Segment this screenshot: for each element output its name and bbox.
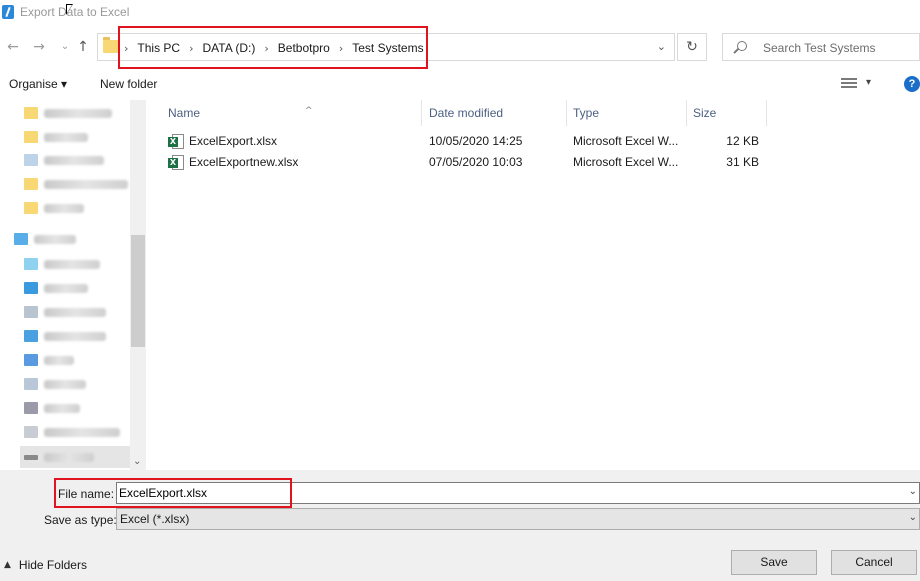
- mouse-cursor-icon: [66, 4, 73, 15]
- nav-tree-item[interactable]: [24, 400, 80, 416]
- caret-up-icon: ▲: [4, 560, 11, 570]
- nav-tree-item[interactable]: [24, 424, 120, 440]
- nav-tree-item[interactable]: [24, 105, 112, 121]
- nav-tree-item[interactable]: [24, 256, 100, 272]
- nav-pane-scrollbar[interactable]: ⌄: [130, 100, 146, 470]
- hide-folders-toggle[interactable]: ▲ Hide Folders: [4, 558, 87, 572]
- file-row[interactable]: X ExcelExport.xlsx 10/05/2020 14:25 Micr…: [146, 131, 920, 152]
- organise-menu[interactable]: Organise ▾: [9, 77, 67, 91]
- file-date: 07/05/2020 10:03: [429, 155, 523, 169]
- nav-tree-item[interactable]: [24, 280, 88, 296]
- nav-tree-item[interactable]: [24, 176, 128, 192]
- hide-folders-label: Hide Folders: [18, 558, 87, 572]
- file-list: ^ Name Date modified Type Size X ExcelEx…: [146, 100, 920, 470]
- save-button[interactable]: Save: [731, 550, 817, 575]
- excel-file-icon: X: [168, 155, 184, 170]
- file-size: 12 KB: [726, 134, 759, 148]
- column-header-size[interactable]: Size: [687, 100, 767, 126]
- sort-ascending-icon: ^: [305, 106, 313, 116]
- column-header-date[interactable]: Date modified: [423, 100, 567, 126]
- up-arrow-icon[interactable]: ↑: [74, 38, 92, 56]
- breadcrumb-highlight-box: [118, 26, 428, 69]
- history-dropdown-icon[interactable]: ⌄: [56, 38, 74, 56]
- column-header-type[interactable]: Type: [567, 100, 687, 126]
- scroll-down-icon[interactable]: ⌄: [133, 456, 141, 467]
- file-name: ExcelExportnew.xlsx: [189, 155, 299, 169]
- forward-arrow-icon[interactable]: →: [30, 38, 48, 56]
- window-title: Export Data to Excel: [20, 5, 130, 19]
- cancel-button[interactable]: Cancel: [831, 550, 917, 575]
- refresh-icon[interactable]: ↻: [677, 33, 707, 61]
- search-placeholder: Search Test Systems: [763, 41, 876, 55]
- nav-tree-item[interactable]: [24, 200, 84, 216]
- nav-tree-item[interactable]: [24, 376, 86, 392]
- file-name-dropdown-icon[interactable]: ⌄: [909, 486, 917, 497]
- new-folder-button[interactable]: New folder: [100, 77, 157, 91]
- save-as-type-dropdown-icon[interactable]: ⌄: [909, 512, 917, 523]
- nav-tree-item[interactable]: [24, 352, 74, 368]
- view-dropdown-icon[interactable]: ▾: [866, 77, 871, 88]
- view-options-icon[interactable]: [841, 77, 857, 90]
- nav-tree-item[interactable]: [14, 231, 76, 247]
- search-icon: [737, 41, 747, 51]
- file-type: Microsoft Excel W...: [573, 134, 679, 148]
- nav-tree-item[interactable]: [24, 328, 106, 344]
- nav-tree-item[interactable]: [24, 129, 88, 145]
- file-row[interactable]: X ExcelExportnew.xlsx 07/05/2020 10:03 M…: [146, 152, 920, 173]
- folder-icon: [103, 37, 119, 53]
- nav-tree-item-selected[interactable]: [20, 446, 130, 468]
- search-box[interactable]: Search Test Systems: [722, 33, 920, 61]
- column-header-name[interactable]: ^ Name: [162, 100, 422, 126]
- app-icon: [2, 5, 14, 19]
- file-name-highlight-box: [54, 478, 292, 508]
- command-toolbar: Organise ▾ New folder ▾ ?: [0, 72, 920, 96]
- title-bar: Export Data to Excel: [0, 0, 920, 26]
- address-dropdown-icon[interactable]: ⌄: [657, 40, 666, 53]
- file-date: 10/05/2020 14:25: [429, 134, 523, 148]
- save-as-type-value: Excel (*.xlsx): [120, 512, 190, 526]
- excel-file-icon: X: [168, 134, 184, 149]
- file-type: Microsoft Excel W...: [573, 155, 679, 169]
- nav-tree-item[interactable]: [24, 152, 104, 168]
- nav-tree-item[interactable]: [24, 304, 106, 320]
- help-icon[interactable]: ?: [904, 76, 920, 92]
- scrollbar-thumb[interactable]: [131, 235, 145, 347]
- save-as-type-select[interactable]: Excel (*.xlsx) ⌄: [116, 508, 920, 530]
- back-arrow-icon[interactable]: ←: [4, 38, 22, 56]
- navigation-pane: [0, 100, 146, 470]
- file-size: 31 KB: [726, 155, 759, 169]
- save-as-type-label: Save as type:: [44, 513, 117, 527]
- file-name: ExcelExport.xlsx: [189, 134, 278, 148]
